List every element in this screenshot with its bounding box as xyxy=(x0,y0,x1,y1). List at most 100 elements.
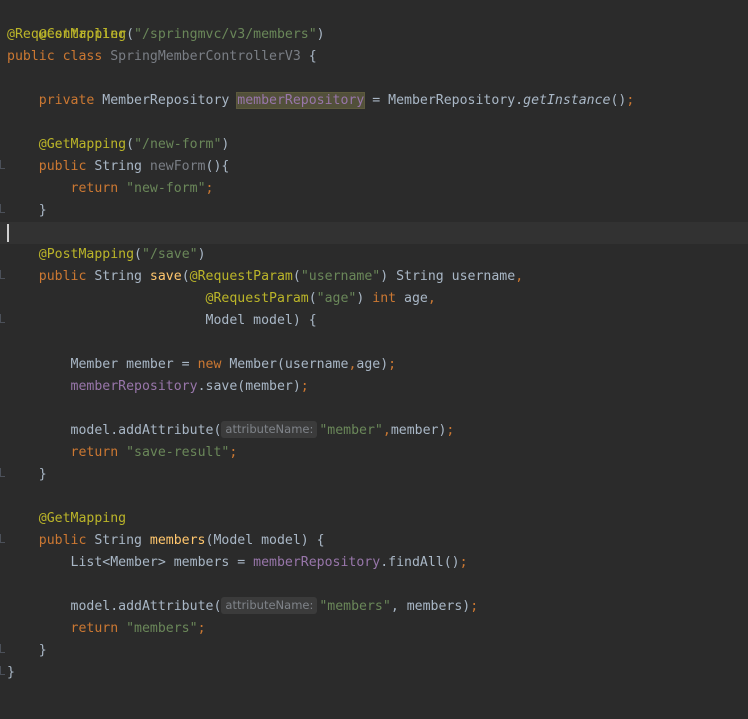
paren: ( xyxy=(292,269,301,284)
code-line-15[interactable]: Model model) { xyxy=(0,310,748,332)
code-line-20[interactable]: model.addAttribute(attributeName: "member… xyxy=(0,420,748,442)
semicolon: ; xyxy=(300,379,309,394)
code-line-12[interactable]: @PostMapping("/save") xyxy=(0,244,748,266)
method-params: (Model model) { xyxy=(205,533,325,548)
keyword-public: public xyxy=(38,159,95,174)
type-name: String xyxy=(94,269,150,284)
code-line-5[interactable]: private MemberRepository memberRepositor… xyxy=(0,90,748,112)
code-line-18[interactable]: memberRepository.save(member); xyxy=(0,376,748,398)
annotation-get-mapping: @GetMapping xyxy=(38,511,127,526)
semicolon: ; xyxy=(205,181,214,196)
method-signature-end: (){ xyxy=(205,159,230,174)
code-line-10[interactable]: } xyxy=(0,200,748,222)
keyword-private: private xyxy=(38,93,103,108)
code-editor[interactable]: @Controller @RequestMapping("/springmvc/… xyxy=(0,0,748,719)
paren: ) xyxy=(221,137,230,152)
semicolon: ; xyxy=(446,423,455,438)
fold-marker-icon[interactable] xyxy=(0,204,6,214)
method-save: save xyxy=(149,269,182,284)
fold-marker-icon[interactable] xyxy=(0,666,6,676)
constructor-call: Member(username xyxy=(229,357,349,372)
method-call-save: .save(member) xyxy=(197,379,301,394)
annotation-post-mapping: @PostMapping xyxy=(38,247,135,262)
assignment-text: = MemberRepository. xyxy=(364,93,524,108)
keyword-return: return xyxy=(70,621,127,636)
fold-marker-icon[interactable] xyxy=(0,644,6,654)
code-line-29[interactable]: return "members"; xyxy=(0,618,748,640)
type-name: String xyxy=(94,159,150,174)
param-age: age xyxy=(404,291,428,306)
keyword-return: return xyxy=(70,181,127,196)
code-line-21[interactable]: return "save-result"; xyxy=(0,442,748,464)
code-line-22[interactable]: } xyxy=(0,464,748,486)
method-get-instance: getInstance xyxy=(523,93,611,108)
semicolon: ; xyxy=(229,445,238,460)
mapping-path-string: "/springmvc/v3/members" xyxy=(134,27,317,42)
method-new-form: newForm xyxy=(149,159,206,174)
keyword-public: public xyxy=(38,269,95,284)
fold-marker-icon[interactable] xyxy=(0,160,6,170)
code-line-3[interactable]: public class SpringMemberControllerV3 { xyxy=(0,46,748,68)
return-string: "members" xyxy=(126,621,198,636)
semicolon: ; xyxy=(388,357,397,372)
code-line-11-caret[interactable] xyxy=(0,222,748,244)
annotation-request-param: @RequestParam xyxy=(189,269,293,284)
code-line-7[interactable]: @GetMapping("/new-form") xyxy=(0,134,748,156)
param-name-string: "username" xyxy=(300,269,381,284)
comma: , xyxy=(515,269,524,284)
code-line-28[interactable]: model.addAttribute(attributeName: "member… xyxy=(0,596,748,618)
semicolon: ; xyxy=(626,93,635,108)
paren: ) xyxy=(316,27,325,42)
parameter-hint: attributeName: xyxy=(221,421,318,438)
field-member-repository: memberRepository xyxy=(70,379,198,394)
param-name-string: "age" xyxy=(316,291,357,306)
paren: ( xyxy=(126,137,135,152)
code-line-13[interactable]: public String save(@RequestParam("userna… xyxy=(0,266,748,288)
brace: } xyxy=(38,643,47,658)
attribute-value: , members) xyxy=(390,599,471,614)
type-name: MemberRepository xyxy=(102,93,238,108)
field-member-repository: memberRepository xyxy=(253,555,381,570)
code-line-17[interactable]: Member member = new Member(username,age)… xyxy=(0,354,748,376)
code-line-30[interactable]: } xyxy=(0,640,748,662)
code-line-8[interactable]: public String newForm(){ xyxy=(0,156,748,178)
call-parens: () xyxy=(610,93,627,108)
code-line-14[interactable]: @RequestParam("age") int age, xyxy=(0,288,748,310)
fold-marker-icon[interactable] xyxy=(0,270,6,280)
code-line-2[interactable]: @RequestMapping("/springmvc/v3/members") xyxy=(0,24,748,46)
code-line-26[interactable]: List<Member> members = memberRepository.… xyxy=(0,552,748,574)
paren: ) xyxy=(197,247,206,262)
paren: ) xyxy=(356,291,373,306)
keyword-return: return xyxy=(70,445,127,460)
brace: } xyxy=(7,665,15,680)
param-model: Model model) { xyxy=(205,313,317,328)
paren: ( xyxy=(181,269,190,284)
annotation-get-mapping: @GetMapping xyxy=(38,137,127,152)
local-declaration: List<Member> members = xyxy=(70,555,254,570)
fold-marker-icon[interactable] xyxy=(0,468,6,478)
parameter-hint: attributeName: xyxy=(221,597,318,614)
brace: } xyxy=(38,467,47,482)
annotation-request-mapping: @RequestMapping xyxy=(7,27,127,42)
code-line-25[interactable]: public String members(Model model) { xyxy=(0,530,748,552)
semicolon: ; xyxy=(197,621,206,636)
code-line-24[interactable]: @GetMapping xyxy=(0,508,748,530)
method-call-find-all: .findAll() xyxy=(380,555,460,570)
attribute-name-string: "member" xyxy=(319,423,383,438)
code-line-9[interactable]: return "new-form"; xyxy=(0,178,748,200)
paren: ( xyxy=(126,27,135,42)
return-string: "save-result" xyxy=(126,445,230,460)
field-member-repository: memberRepository xyxy=(236,92,366,109)
method-call-add-attribute: model.addAttribute( xyxy=(70,423,222,438)
code-line-31[interactable]: } xyxy=(0,662,748,684)
fold-marker-icon[interactable] xyxy=(0,314,6,324)
constructor-arg: age) xyxy=(356,357,389,372)
text-caret xyxy=(7,224,9,242)
attribute-value: member) xyxy=(390,423,447,438)
code-line-1[interactable]: @Controller xyxy=(0,2,748,42)
comma: , xyxy=(427,291,436,306)
comma: , xyxy=(382,423,391,438)
fold-marker-icon[interactable] xyxy=(0,534,6,544)
return-string: "new-form" xyxy=(126,181,206,196)
type-name: String xyxy=(94,533,150,548)
